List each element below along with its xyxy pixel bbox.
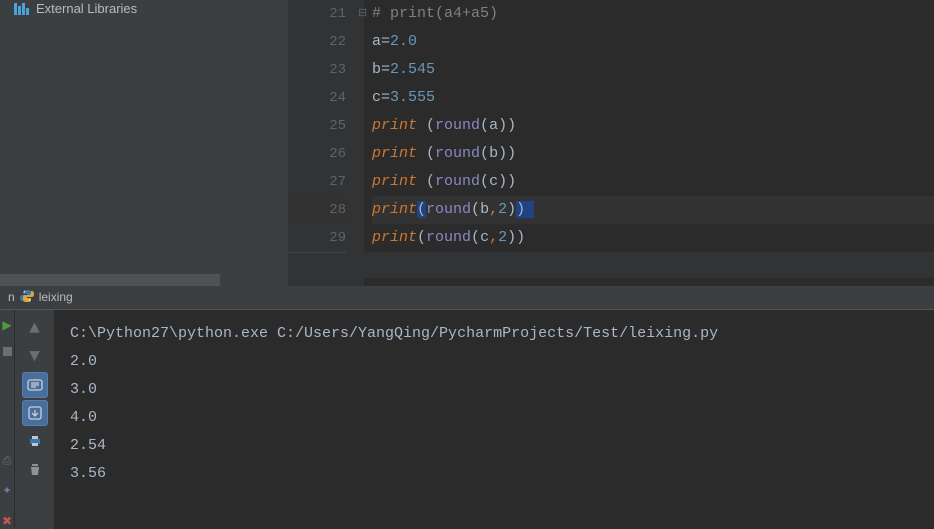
code-line[interactable]: a=2.0 (372, 28, 934, 56)
code-area[interactable]: ⊟# print(a4+a5) a=2.0 b=2.545 c=3.555 pr… (364, 0, 934, 286)
clear-button[interactable] (22, 456, 48, 482)
console-line: 2.0 (70, 353, 97, 370)
code-line[interactable]: print(round(b,2)) (372, 196, 934, 224)
stop-icon[interactable] (3, 347, 12, 356)
console-line: 2.54 (70, 437, 106, 454)
tool-icon[interactable]: ⎙ (3, 456, 12, 468)
external-libraries-node[interactable]: External Libraries (0, 0, 288, 20)
console-line: 3.0 (70, 381, 97, 398)
code-line[interactable]: print (round(a)) (372, 112, 934, 140)
project-sidebar[interactable]: External Libraries (0, 0, 288, 286)
run-tool-strip: ▲ ▼ (14, 310, 54, 529)
run-tab-label: leixing (39, 290, 73, 304)
sidebar-hscrollbar[interactable] (0, 274, 220, 286)
pin-icon[interactable]: ✦ (2, 484, 11, 498)
rerun-icon[interactable]: ▶ (2, 318, 11, 333)
python-file-icon (20, 289, 34, 306)
code-line[interactable]: print (round(b)) (372, 140, 934, 168)
code-line[interactable]: c=3.555 (372, 84, 934, 112)
run-tab[interactable]: n leixing (2, 289, 79, 306)
console-line: 4.0 (70, 409, 97, 426)
code-line[interactable]: ⊟# print(a4+a5) (372, 0, 934, 28)
soft-wrap-button[interactable] (22, 372, 48, 398)
external-libraries-label: External Libraries (36, 1, 137, 16)
run-tab-prefix: n (8, 290, 15, 304)
fold-icon[interactable]: ⊟ (358, 0, 367, 28)
library-icon (14, 3, 30, 15)
close-icon[interactable]: ✖ (2, 514, 12, 529)
gutter: 21 22 23 24 25 26 27 28 29 (288, 0, 364, 286)
run-tool-strip-outer: ▶ ⎙ ✦ ✖ (0, 310, 14, 529)
down-button[interactable]: ▼ (22, 344, 48, 370)
code-line[interactable]: b=2.545 (372, 56, 934, 84)
console-line: 3.56 (70, 465, 106, 482)
console-cmd: C:\Python27\python.exe C:/Users/YangQing… (70, 325, 718, 342)
print-button[interactable] (22, 428, 48, 454)
console-output[interactable]: C:\Python27\python.exe C:/Users/YangQing… (54, 310, 934, 529)
code-line[interactable]: print (round(c)) (372, 168, 934, 196)
up-button[interactable]: ▲ (22, 316, 48, 342)
run-tabbar[interactable]: n leixing (0, 286, 934, 309)
scroll-end-button[interactable] (22, 400, 48, 426)
code-line[interactable]: print(round(c,2)) (372, 224, 934, 252)
code-editor[interactable]: 21 22 23 24 25 26 27 28 29 ⊟# print(a4+a… (288, 0, 934, 286)
